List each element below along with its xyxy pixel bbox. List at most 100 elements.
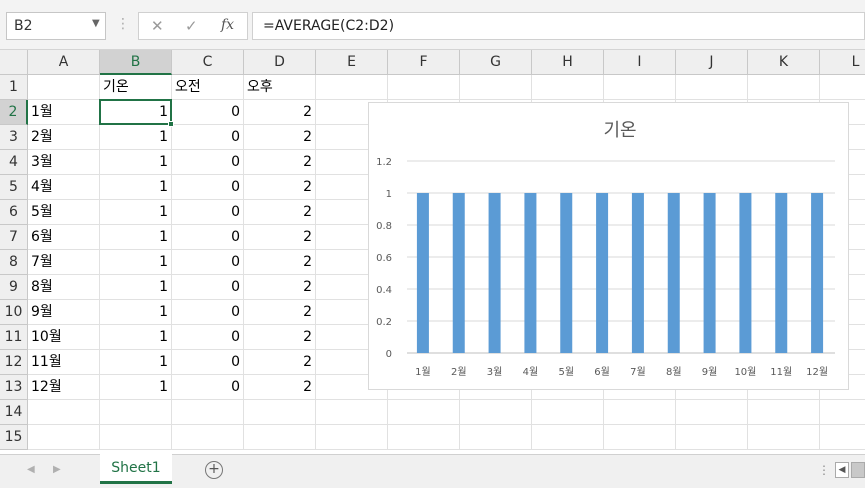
cell-a12[interactable]: 11월	[28, 350, 100, 375]
cell-b15[interactable]	[100, 425, 172, 450]
scroll-left-icon[interactable]: ◀	[835, 462, 849, 478]
cell-b6[interactable]: 1	[100, 200, 172, 225]
cell-d5[interactable]: 2	[244, 175, 316, 200]
cell-d3[interactable]: 2	[244, 125, 316, 150]
cell-b1[interactable]: 기온	[100, 75, 172, 100]
cell-i14[interactable]	[604, 400, 676, 425]
cell-c4[interactable]: 0	[172, 150, 244, 175]
cell-c7[interactable]: 0	[172, 225, 244, 250]
cell-f15[interactable]	[388, 425, 460, 450]
add-sheet-icon[interactable]: +	[205, 461, 223, 479]
fill-handle[interactable]	[168, 121, 174, 127]
formula-input[interactable]: =AVERAGE(C2:D2)	[252, 12, 865, 40]
cell-a10[interactable]: 9월	[28, 300, 100, 325]
cell-d13[interactable]: 2	[244, 375, 316, 400]
cell-c9[interactable]: 0	[172, 275, 244, 300]
cell-d2[interactable]: 2	[244, 100, 316, 125]
cell-c8[interactable]: 0	[172, 250, 244, 275]
cell-c14[interactable]	[172, 400, 244, 425]
cell-k15[interactable]	[748, 425, 820, 450]
row-header-8[interactable]: 8	[0, 250, 28, 275]
row-header-6[interactable]: 6	[0, 200, 28, 225]
row-header-2[interactable]: 2	[0, 100, 28, 125]
bar-4[interactable]	[524, 193, 537, 353]
cell-e1[interactable]	[316, 75, 388, 100]
cell-c15[interactable]	[172, 425, 244, 450]
cell-c2[interactable]: 0	[172, 100, 244, 125]
cell-k1[interactable]	[748, 75, 820, 100]
cell-b3[interactable]: 1	[100, 125, 172, 150]
row-header-1[interactable]: 1	[0, 75, 28, 100]
row-header-10[interactable]: 10	[0, 300, 28, 325]
name-box[interactable]: B2	[6, 12, 106, 40]
cell-e14[interactable]	[316, 400, 388, 425]
bar-12[interactable]	[811, 193, 824, 353]
column-header-g[interactable]: G	[460, 50, 532, 75]
cell-a15[interactable]	[28, 425, 100, 450]
cancel-icon[interactable]: ✕	[151, 17, 164, 35]
row-header-12[interactable]: 12	[0, 350, 28, 375]
column-header-k[interactable]: K	[748, 50, 820, 75]
column-header-b[interactable]: B	[100, 50, 172, 75]
chart-title[interactable]: 기온	[603, 120, 636, 141]
cell-h1[interactable]	[532, 75, 604, 100]
cell-g14[interactable]	[460, 400, 532, 425]
row-header-9[interactable]: 9	[0, 275, 28, 300]
cell-d11[interactable]: 2	[244, 325, 316, 350]
insert-function-icon[interactable]: fx	[221, 17, 234, 33]
cell-d15[interactable]	[244, 425, 316, 450]
cell-c3[interactable]: 0	[172, 125, 244, 150]
cell-g15[interactable]	[460, 425, 532, 450]
column-header-d[interactable]: D	[244, 50, 316, 75]
cell-d10[interactable]: 2	[244, 300, 316, 325]
cell-j15[interactable]	[676, 425, 748, 450]
cell-b2[interactable]: 1	[100, 100, 172, 125]
bar-9[interactable]	[703, 193, 716, 353]
bar-2[interactable]	[452, 193, 465, 353]
cell-b12[interactable]: 1	[100, 350, 172, 375]
cell-a6[interactable]: 5월	[28, 200, 100, 225]
cell-b8[interactable]: 1	[100, 250, 172, 275]
column-header-c[interactable]: C	[172, 50, 244, 75]
horizontal-scrollbar[interactable]	[851, 462, 865, 478]
cell-d8[interactable]: 2	[244, 250, 316, 275]
cell-c6[interactable]: 0	[172, 200, 244, 225]
cell-b14[interactable]	[100, 400, 172, 425]
bar-6[interactable]	[596, 193, 609, 353]
cell-a8[interactable]: 7월	[28, 250, 100, 275]
select-all-corner[interactable]	[0, 50, 28, 75]
row-header-3[interactable]: 3	[0, 125, 28, 150]
cell-b4[interactable]: 1	[100, 150, 172, 175]
cell-c5[interactable]: 0	[172, 175, 244, 200]
cell-a2[interactable]: 1월	[28, 100, 100, 125]
column-chart[interactable]: 기온 0 0.2 0.4 0.6 0.8 1 1.2 1월 2월 3월 4월 5월 6월 7월 8월 9월 10월…	[368, 102, 849, 390]
cell-a5[interactable]: 4월	[28, 175, 100, 200]
column-header-f[interactable]: F	[388, 50, 460, 75]
column-header-a[interactable]: A	[28, 50, 100, 75]
scroll-tabs-left-icon[interactable]: ◀	[27, 464, 35, 475]
cell-a7[interactable]: 6월	[28, 225, 100, 250]
cell-f1[interactable]	[388, 75, 460, 100]
sheet-tab-sheet1[interactable]: Sheet1	[100, 454, 172, 484]
bar-10[interactable]	[739, 193, 752, 353]
column-header-e[interactable]: E	[316, 50, 388, 75]
row-header-14[interactable]: 14	[0, 400, 28, 425]
row-header-5[interactable]: 5	[0, 175, 28, 200]
cell-a4[interactable]: 3월	[28, 150, 100, 175]
cell-b10[interactable]: 1	[100, 300, 172, 325]
cell-l1[interactable]	[820, 75, 865, 100]
cell-d14[interactable]	[244, 400, 316, 425]
cell-l14[interactable]	[820, 400, 865, 425]
cell-b9[interactable]: 1	[100, 275, 172, 300]
bar-5[interactable]	[560, 193, 573, 353]
cell-b11[interactable]: 1	[100, 325, 172, 350]
cell-d9[interactable]: 2	[244, 275, 316, 300]
cell-c1[interactable]: 오전	[172, 75, 244, 100]
cell-k14[interactable]	[748, 400, 820, 425]
column-header-i[interactable]: I	[604, 50, 676, 75]
cell-a1[interactable]	[28, 75, 100, 100]
cell-a13[interactable]: 12월	[28, 375, 100, 400]
row-header-13[interactable]: 13	[0, 375, 28, 400]
column-header-h[interactable]: H	[532, 50, 604, 75]
bar-1[interactable]	[416, 193, 429, 353]
